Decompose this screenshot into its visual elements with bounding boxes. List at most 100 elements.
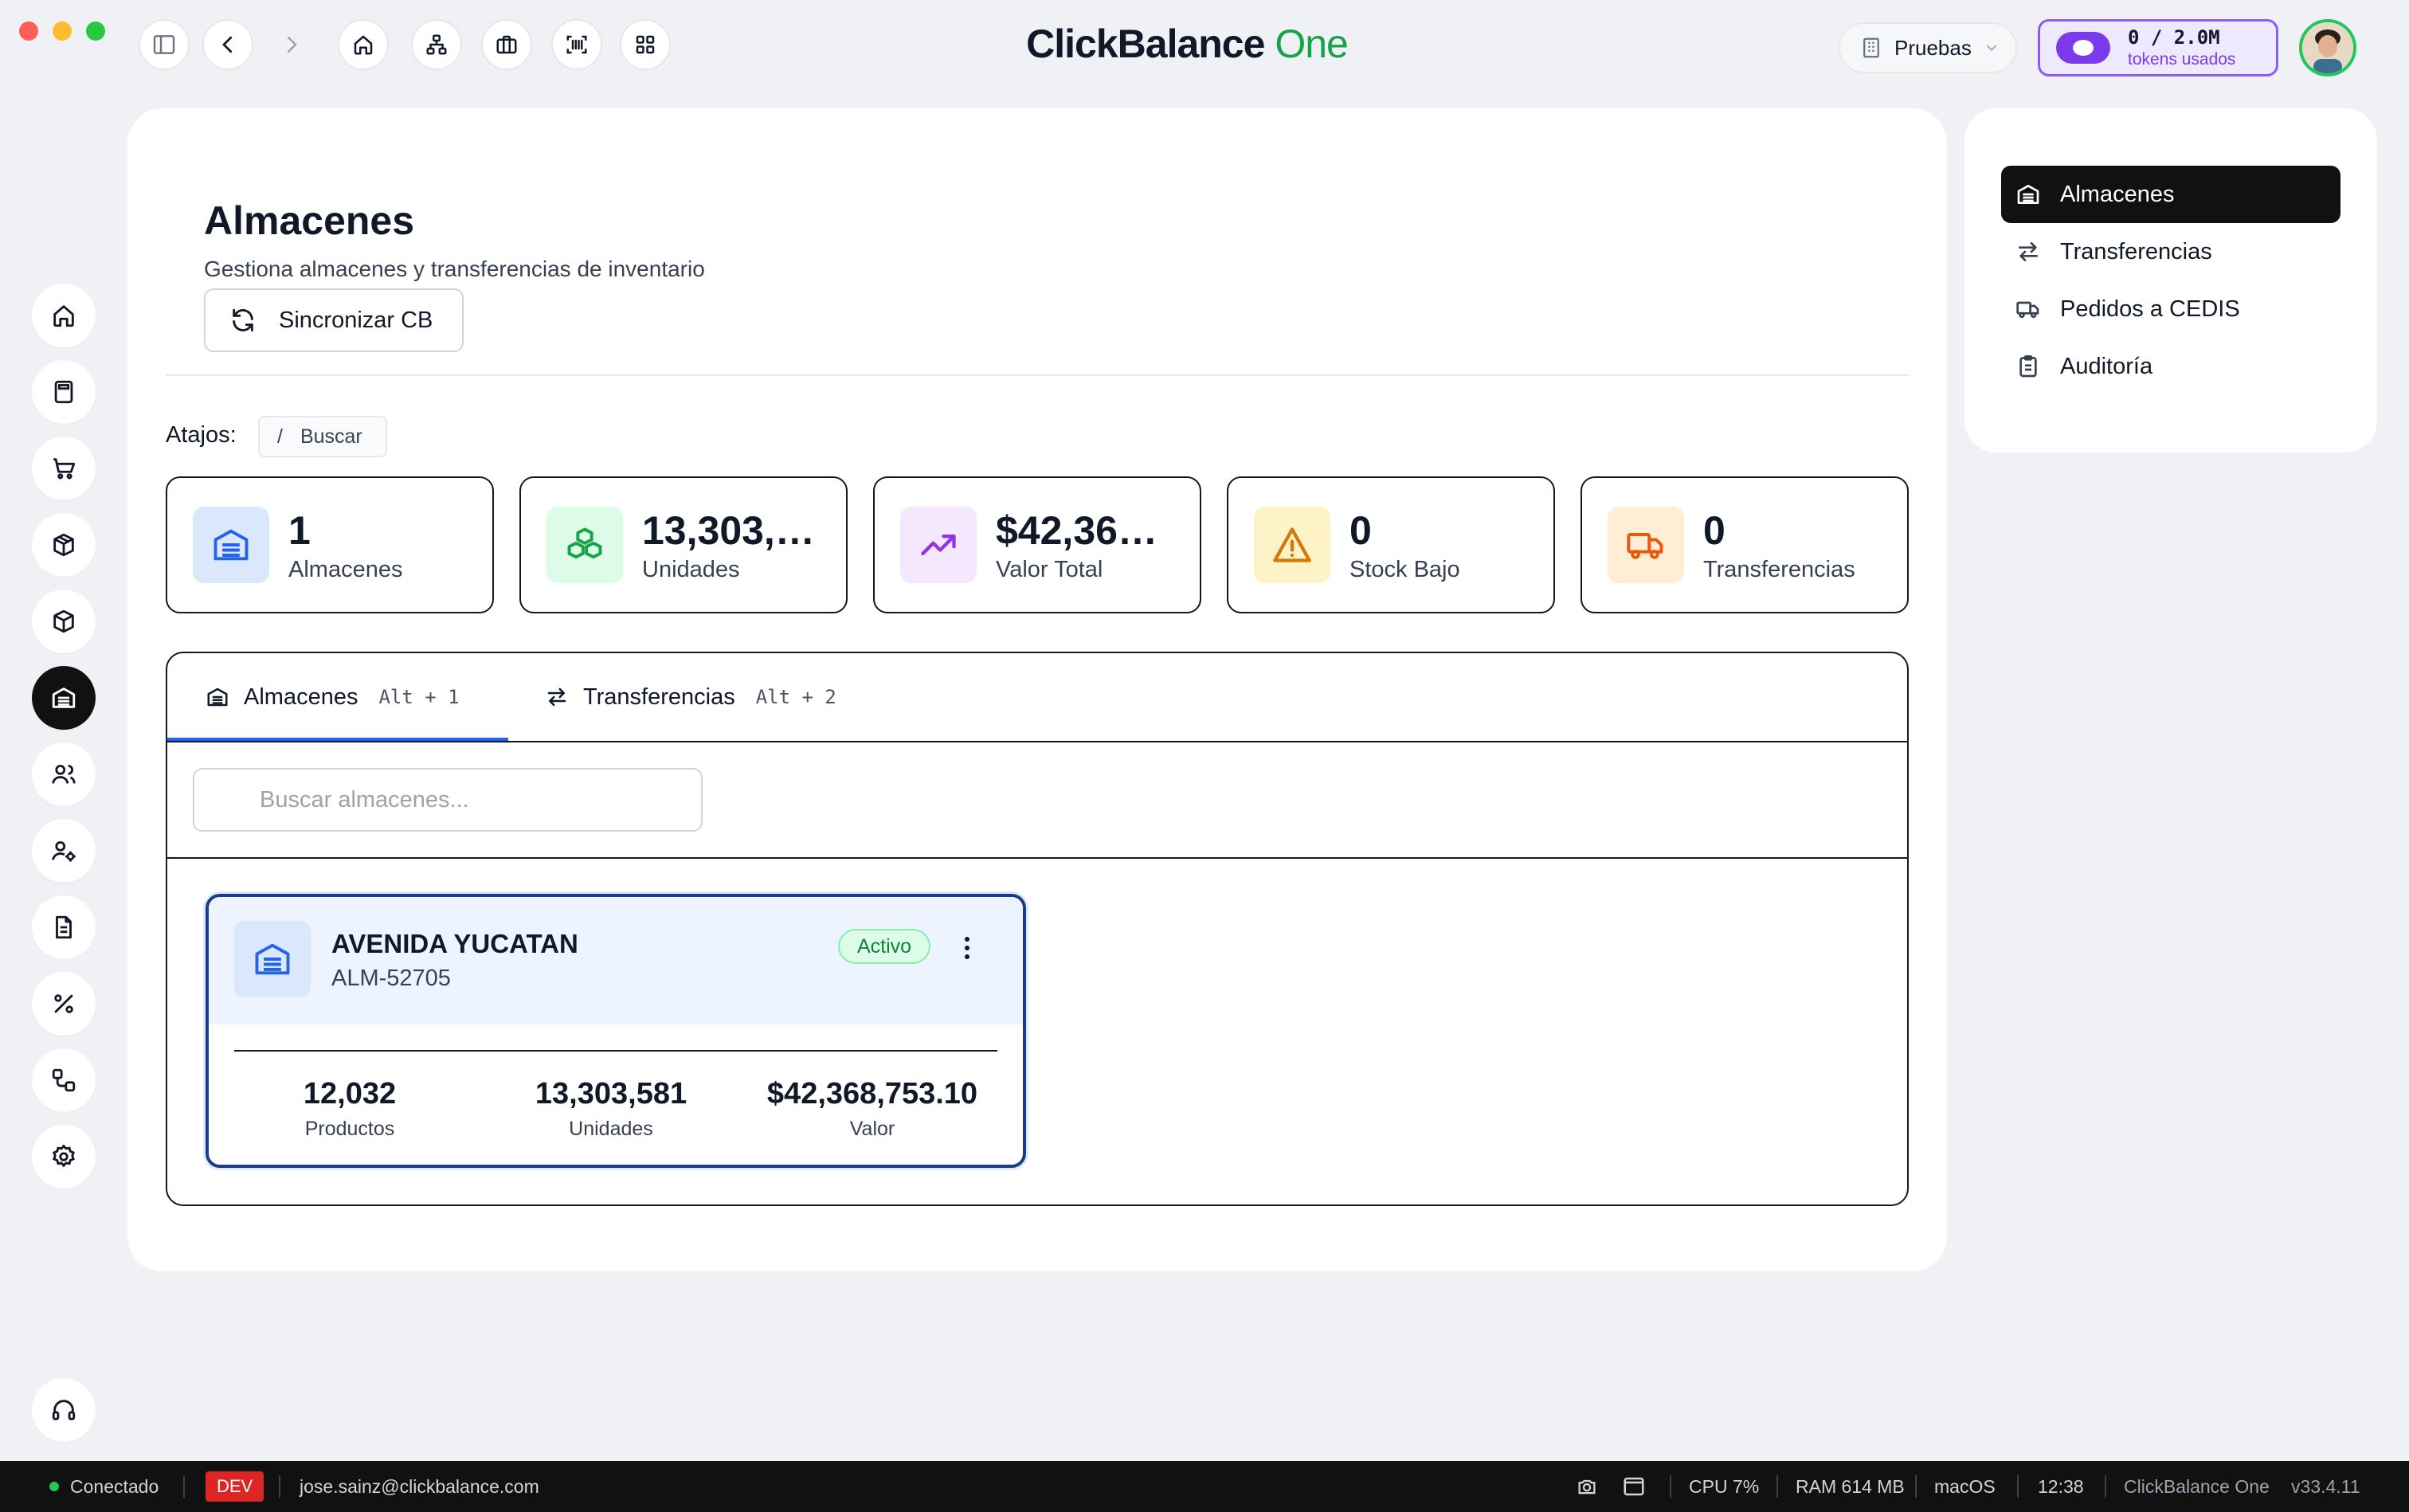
warehouse-code: ALM-52705 xyxy=(331,966,451,991)
metric-value: $42,368,753.10 xyxy=(766,1077,978,1110)
user-settings-icon xyxy=(50,837,77,864)
metric-value: 13,303,581 xyxy=(535,1077,687,1110)
stat-value: 0 xyxy=(1703,507,1725,553)
rail-purchases-button[interactable] xyxy=(32,513,96,577)
home-button[interactable] xyxy=(338,19,389,70)
stat-card-total-value: $42,368,753.10 Valor Total xyxy=(873,476,1201,613)
sync-cb-label: Sincronizar CB xyxy=(279,307,433,333)
app-name-label: ClickBalance One xyxy=(2124,1475,2270,1497)
rail-user-settings-button[interactable] xyxy=(32,819,96,883)
more-options-icon[interactable] xyxy=(958,932,977,964)
cpu-usage: CPU 7% xyxy=(1689,1461,1759,1512)
gear-icon xyxy=(50,1143,77,1170)
org-chart-button[interactable] xyxy=(411,19,462,70)
env-badge: DEV xyxy=(206,1471,264,1502)
forward-button[interactable] xyxy=(266,19,317,70)
stat-card-low-stock: 0 Stock Bajo xyxy=(1227,476,1555,613)
search-shortcut-hint[interactable]: / Buscar xyxy=(258,416,387,457)
section-nav-pedidos-cedis[interactable]: Pedidos a CEDIS xyxy=(2001,280,2340,338)
tab-transferencias[interactable]: Transferencias Alt + 2 xyxy=(545,653,836,741)
shortcuts-label: Atajos: xyxy=(166,422,237,448)
stat-label: Valor Total xyxy=(996,556,1103,582)
back-button[interactable] xyxy=(202,19,253,70)
stat-label: Almacenes xyxy=(288,556,403,582)
stat-value: $42,368,753.10 xyxy=(996,507,1177,553)
cart-icon xyxy=(50,455,77,482)
warehouse-icon xyxy=(2015,182,2041,207)
tab-hotkey: Alt + 2 xyxy=(755,686,836,708)
tab-label: Almacenes xyxy=(244,684,358,710)
rail-warehouses-button[interactable] xyxy=(32,666,96,730)
window-mode-button[interactable] xyxy=(1622,1461,1646,1512)
version-label: v33.4.11 xyxy=(2291,1475,2360,1497)
stat-label: Unidades xyxy=(642,556,740,582)
stat-card-units: 13,303,581 Unidades xyxy=(519,476,848,613)
section-nav-transferencias[interactable]: Transferencias xyxy=(2001,223,2340,280)
user-avatar[interactable] xyxy=(2299,19,2356,76)
tokens-usage-indicator[interactable]: 0 / 2.0M tokens usados xyxy=(2038,19,2278,76)
close-window-button[interactable] xyxy=(19,22,38,41)
rail-settings-button[interactable] xyxy=(32,1125,96,1189)
apps-grid-button[interactable] xyxy=(620,19,671,70)
search-input[interactable] xyxy=(193,768,703,832)
status-separator xyxy=(183,1475,185,1498)
headset-icon xyxy=(50,1396,77,1424)
stat-card-transfers: 0 Transferencias xyxy=(1581,476,1909,613)
status-separator xyxy=(1915,1475,1917,1498)
truck-icon xyxy=(2015,296,2041,322)
metric-value-total: $42,368,753.10 Valor xyxy=(741,1077,1004,1141)
os-info: macOS xyxy=(1934,1461,1996,1512)
shortcut-action: Buscar xyxy=(300,425,362,448)
trending-up-icon xyxy=(900,507,977,583)
metric-label: Productos xyxy=(304,1118,395,1140)
section-nav-label: Transferencias xyxy=(2060,238,2212,264)
ram-usage: RAM 614 MB xyxy=(1796,1461,1905,1512)
ram-label: RAM 614 MB xyxy=(1796,1475,1905,1497)
rail-accounting-button[interactable] xyxy=(32,360,96,424)
zoom-window-button[interactable] xyxy=(86,22,105,41)
minimize-window-button[interactable] xyxy=(53,22,72,41)
screenshot-button[interactable] xyxy=(1576,1461,1598,1512)
app-version: v33.4.11 xyxy=(2291,1461,2360,1512)
rail-customers-button[interactable] xyxy=(32,742,96,806)
section-nav-auditoria[interactable]: Auditoría xyxy=(2001,338,2340,395)
warehouse-card[interactable]: AVENIDA YUCATAN ALM-52705 Activo 12,032 … xyxy=(206,894,1026,1168)
calculator-icon xyxy=(50,378,77,405)
rail-products-button[interactable] xyxy=(32,590,96,653)
clock: 12:38 xyxy=(2038,1461,2084,1512)
metric-units: 13,303,581 Unidades xyxy=(480,1077,742,1141)
sidebar-toggle-button[interactable] xyxy=(139,19,190,70)
package-icon xyxy=(50,608,77,635)
metric-label: Unidades xyxy=(569,1118,653,1140)
environment-label: Pruebas xyxy=(1894,35,1972,60)
shortcut-key: / xyxy=(277,425,283,448)
metric-label: Valor xyxy=(849,1118,895,1140)
rail-documents-button[interactable] xyxy=(32,895,96,959)
app-brand: ClickBalance One xyxy=(1026,22,1349,66)
os-label: macOS xyxy=(1934,1475,1996,1497)
rail-workflows-button[interactable] xyxy=(32,1048,96,1112)
header-divider xyxy=(166,374,1909,376)
briefcase-icon xyxy=(495,33,519,57)
barcode-scan-button[interactable] xyxy=(551,19,602,70)
rail-sales-button[interactable] xyxy=(32,437,96,500)
stat-value: 13,303,581 xyxy=(642,507,824,553)
tab-almacenes[interactable]: Almacenes Alt + 1 xyxy=(206,653,460,741)
search-divider xyxy=(167,857,1907,859)
rail-taxes-button[interactable] xyxy=(32,972,96,1036)
main-content: Almacenes Gestiona almacenes y transfere… xyxy=(127,108,1947,1271)
rail-support-button[interactable] xyxy=(32,1378,96,1442)
warehouse-icon xyxy=(234,921,311,997)
section-nav-almacenes[interactable]: Almacenes xyxy=(2001,166,2340,223)
app-name: ClickBalance One xyxy=(2124,1461,2270,1512)
sync-cb-button[interactable]: Sincronizar CB xyxy=(204,288,464,352)
page-title: Almacenes xyxy=(204,198,415,243)
stat-card-warehouses: 1 Almacenes xyxy=(166,476,494,613)
warehouse-name: AVENIDA YUCATAN xyxy=(331,929,578,958)
metric-products: 12,032 Productos xyxy=(218,1077,481,1141)
environment-select[interactable]: Pruebas xyxy=(1839,22,2017,73)
swap-icon xyxy=(2015,239,2041,264)
percent-icon xyxy=(50,990,77,1017)
briefcase-button[interactable] xyxy=(481,19,532,70)
rail-home-button[interactable] xyxy=(32,284,96,347)
